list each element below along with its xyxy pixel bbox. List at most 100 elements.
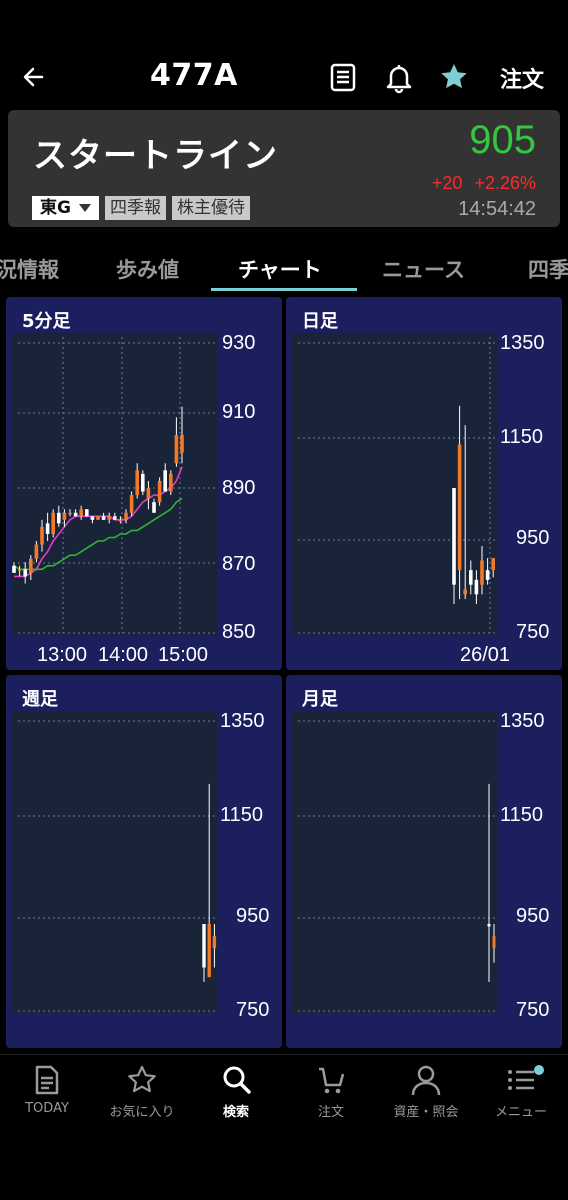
market-label: 東G	[40, 198, 71, 218]
nav-menu[interactable]: メニュー	[476, 1063, 566, 1120]
candle-body	[492, 936, 496, 949]
badge-yutai[interactable]: 株主優待	[171, 196, 250, 220]
candle-body	[152, 502, 156, 513]
moving-average-line	[14, 466, 183, 578]
y-tick-label: 1350	[500, 710, 545, 732]
current-price: 905	[469, 118, 536, 162]
price-change: +20 +2.26%	[420, 173, 536, 194]
tab-ayumi[interactable]: 歩み値	[116, 254, 179, 284]
chart-panel-weekly[interactable]: 週足 1350 1150 950 750	[6, 675, 282, 1048]
badge-shikiho[interactable]: 四季報	[104, 196, 166, 220]
candle-body	[207, 924, 211, 978]
candle-body	[487, 924, 491, 927]
candle-body	[141, 473, 145, 492]
nav-favorites[interactable]: お気に入り	[97, 1063, 187, 1120]
y-tick-label: 950	[516, 527, 550, 549]
chart-panel-5min[interactable]: 5分足 930 910 890 870 850 13:00 14:00 15:0…	[6, 297, 282, 670]
document-icon[interactable]	[326, 60, 360, 94]
y-tick-label: 1350	[220, 710, 265, 732]
candle-body	[85, 509, 89, 517]
star-outline-icon	[128, 1065, 156, 1093]
tab-news[interactable]: ニュース	[382, 254, 465, 284]
y-tick-label: 870	[222, 553, 256, 575]
y-tick-label: 910	[222, 401, 256, 423]
nav-label: お気に入り	[109, 1105, 175, 1120]
candle-body	[180, 434, 184, 453]
y-tick-label: 1150	[500, 804, 544, 826]
candle-body	[107, 516, 111, 520]
tab-chart[interactable]: チャート	[238, 254, 322, 284]
candle-body	[101, 516, 106, 520]
candle-body	[212, 936, 217, 949]
y-tick-label: 1350	[500, 332, 545, 354]
candle-body	[90, 516, 95, 520]
tab-jokyo[interactable]: 況情報	[0, 254, 59, 284]
nav-label: 注文	[317, 1105, 344, 1120]
market-selector[interactable]: 東G	[32, 196, 99, 220]
candle-body	[73, 512, 78, 517]
menu-icon	[508, 1070, 534, 1090]
candle-body	[491, 558, 495, 571]
candle-body	[485, 570, 490, 580]
x-tick-label: 15:00	[158, 644, 209, 666]
moving-average-line	[13, 497, 183, 571]
candle-body	[17, 569, 22, 571]
y-tick-label: 950	[236, 905, 270, 927]
candle-body	[40, 526, 44, 545]
star-icon[interactable]	[437, 60, 471, 94]
page-title: 477A	[150, 58, 238, 93]
change-percent: +2.26%	[474, 173, 536, 193]
candle-body	[34, 544, 39, 559]
tab-bar: 況情報 歩み値 チャート ニュース 四季	[0, 240, 568, 294]
stock-summary-card: スタートライン 905 +20 +2.26% 14:54:42 東G 四季報 株主優待	[8, 110, 560, 227]
candle-body	[146, 488, 151, 499]
x-tick-label: 26/01	[460, 644, 511, 666]
candle-body	[457, 444, 462, 571]
bell-icon[interactable]	[382, 60, 416, 94]
candle-body	[174, 434, 179, 464]
candle-body	[68, 512, 72, 515]
badge-row: 東G 四季報 株主優待	[32, 196, 256, 220]
y-tick-label: 930	[222, 332, 256, 354]
candle-body	[62, 512, 67, 520]
change-absolute: +20	[431, 173, 463, 193]
candle-body	[12, 565, 16, 573]
x-tick-label: 14:00	[98, 644, 149, 666]
stock-name: スタートライン	[33, 136, 278, 176]
chart-panel-monthly[interactable]: 月足 1350 1150 950 750	[286, 675, 562, 1048]
y-tick-label: 890	[222, 477, 256, 499]
candle-body	[57, 512, 61, 524]
nav-label: メニュー	[494, 1105, 547, 1120]
candle-body	[129, 495, 134, 513]
y-tick-label: 1150	[500, 426, 544, 448]
candle-body	[118, 519, 123, 522]
nav-today[interactable]: TODAY	[2, 1063, 92, 1116]
y-tick-label: 750	[516, 621, 550, 643]
candle-body	[29, 558, 33, 573]
caret-down-icon	[78, 204, 91, 212]
candle-body	[202, 924, 206, 968]
y-tick-label: 850	[222, 621, 256, 643]
active-tab-indicator	[211, 288, 357, 291]
x-tick-label: 13:00	[37, 644, 88, 666]
candle-body	[124, 512, 128, 520]
candle-body	[79, 509, 83, 517]
candle-body	[480, 560, 484, 585]
candle-body	[452, 488, 456, 585]
y-tick-label: 950	[516, 905, 550, 927]
chart-panel-daily[interactable]: 日足 1350 1150 950 750 26/01	[286, 297, 562, 670]
person-icon	[411, 1065, 441, 1096]
candle-body	[463, 589, 467, 595]
order-button[interactable]: 注文	[500, 62, 544, 94]
candle-body	[45, 523, 50, 534]
top-app-bar: 477A 注文	[0, 48, 568, 108]
nav-order[interactable]: 注文	[286, 1063, 376, 1120]
candle-body	[113, 516, 117, 520]
y-tick-label: 1150	[220, 804, 264, 826]
nav-assets[interactable]: 資産・照会	[381, 1063, 471, 1120]
y-tick-label: 750	[236, 999, 270, 1021]
nav-search[interactable]: 検索	[191, 1063, 281, 1120]
back-arrow-icon[interactable]	[18, 60, 52, 94]
nav-label: 検索	[222, 1105, 249, 1120]
tab-shiki[interactable]: 四季	[528, 254, 568, 284]
